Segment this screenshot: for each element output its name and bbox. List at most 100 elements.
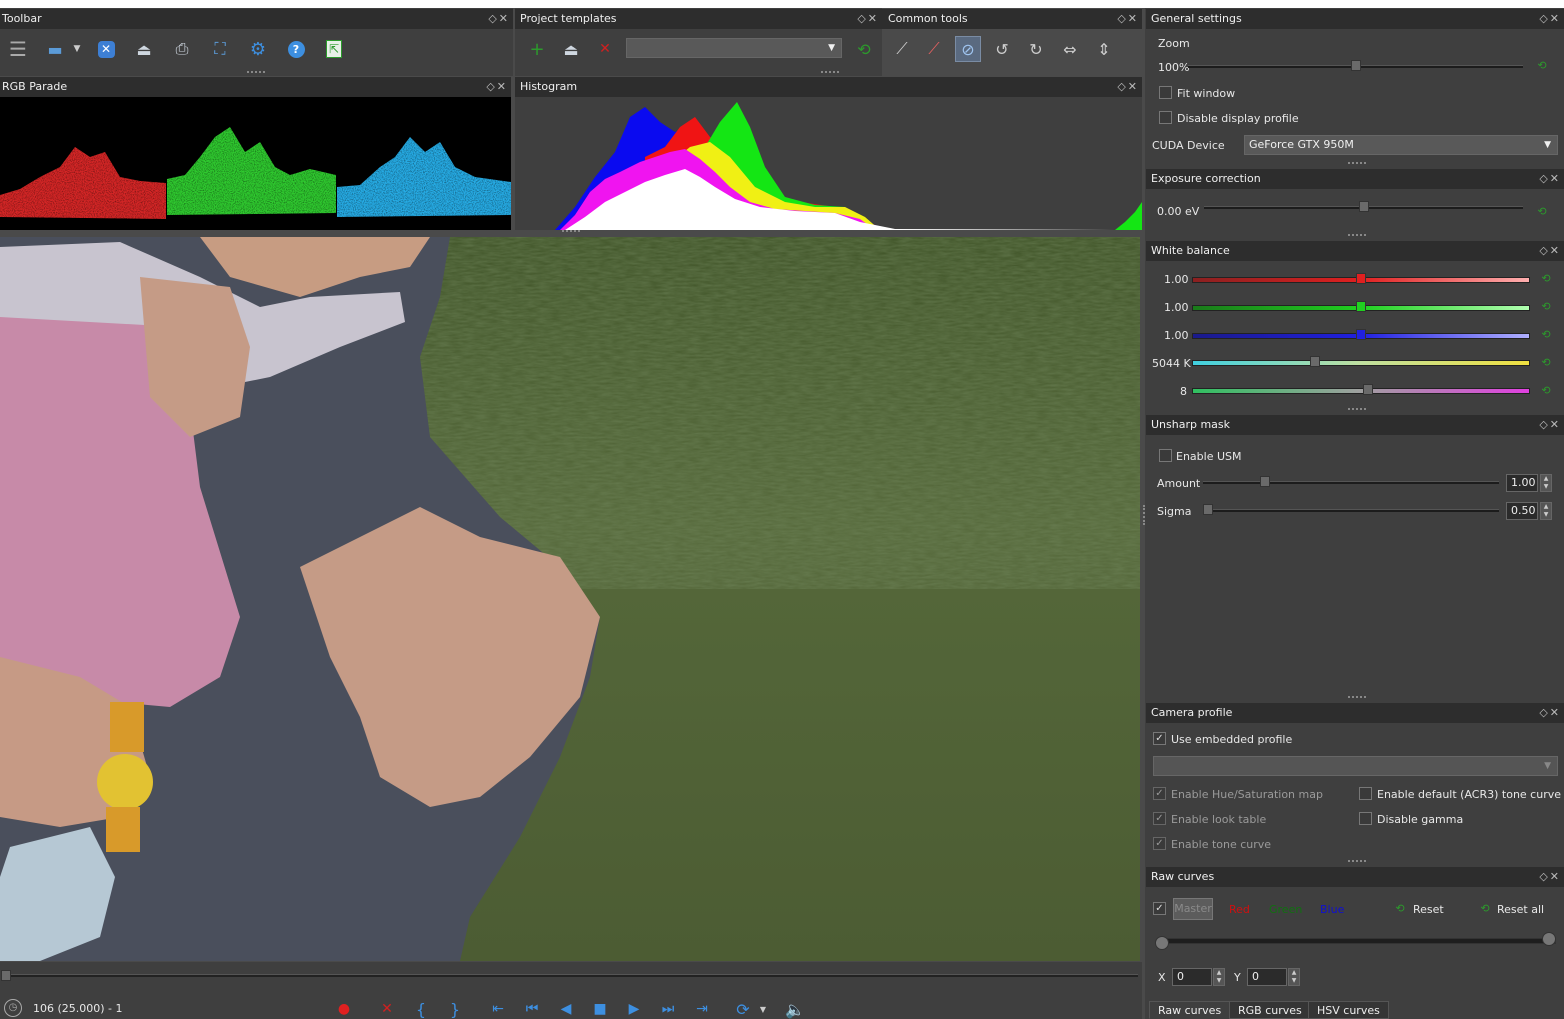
y-spinbox[interactable]: 0: [1247, 968, 1287, 986]
unsharp-resize-grip[interactable]: [1348, 696, 1366, 699]
exposure-resize-grip[interactable]: [1348, 234, 1366, 237]
clock-icon[interactable]: ◷: [4, 999, 22, 1017]
cuda-device-select[interactable]: GeForce GTX 950M ▼: [1244, 135, 1558, 155]
loop-dropdown-icon[interactable]: ▼: [752, 998, 774, 1019]
image-viewer[interactable]: [0, 237, 1140, 961]
flip-vertical-icon[interactable]: ⇕: [1093, 38, 1115, 60]
tab-hsv-curves[interactable]: HSV curves: [1308, 1001, 1389, 1019]
wb-temperature-reset-icon[interactable]: ⟲: [1540, 357, 1552, 369]
curve-point-end[interactable]: [1542, 932, 1556, 946]
tab-raw-curves[interactable]: Raw curves: [1149, 1001, 1231, 1019]
settings-gear-icon[interactable]: ⚙: [247, 38, 269, 60]
amount-slider-track[interactable]: [1203, 481, 1499, 484]
panel-float-close-icon[interactable]: ◇✕: [486, 77, 508, 97]
wb-tint-handle[interactable]: [1362, 384, 1373, 395]
panel-float-close-icon[interactable]: ◇✕: [1117, 77, 1139, 97]
panel-float-close-icon[interactable]: ◇✕: [488, 9, 510, 29]
reset-curve-icon[interactable]: ⟲: [1394, 903, 1406, 915]
green-channel-tab[interactable]: Green: [1269, 903, 1302, 916]
histogram-resize-grip[interactable]: [562, 230, 580, 233]
fit-window-checkbox[interactable]: [1159, 86, 1172, 99]
flip-horizontal-icon[interactable]: ⇔: [1059, 38, 1081, 60]
amount-spinbox[interactable]: 1.00: [1506, 474, 1538, 492]
master-channel-button[interactable]: Master: [1173, 898, 1213, 920]
open-dropdown-icon[interactable]: ▼: [66, 38, 88, 60]
stop-icon[interactable]: ■: [589, 998, 611, 1019]
reset-all-icon[interactable]: ⟲: [1479, 903, 1491, 915]
help-icon[interactable]: ?: [285, 38, 307, 60]
disable-gamma-checkbox[interactable]: [1359, 812, 1372, 825]
blue-channel-tab[interactable]: Blue: [1320, 903, 1344, 916]
amount-slider-handle[interactable]: [1260, 476, 1271, 487]
eyedropper-red-icon[interactable]: ⟋: [923, 38, 945, 60]
x-stepper[interactable]: ▲ ▼: [1213, 968, 1225, 986]
open-folder-icon[interactable]: ▬: [44, 38, 66, 60]
exposure-slider-handle[interactable]: [1358, 201, 1369, 212]
camera-profile-select[interactable]: ▼: [1153, 756, 1558, 776]
sigma-slider-track[interactable]: [1203, 509, 1499, 512]
menu-icon[interactable]: ☰: [7, 37, 29, 61]
enable-tone-curve-checkbox[interactable]: ✓: [1153, 837, 1166, 850]
y-stepper[interactable]: ▲ ▼: [1288, 968, 1300, 986]
template-select[interactable]: ▼: [626, 38, 842, 58]
panel-float-close-icon[interactable]: ◇✕: [1117, 9, 1139, 29]
wb-tint-reset-icon[interactable]: ⟲: [1540, 385, 1552, 397]
go-to-out-icon[interactable]: ⇥: [691, 998, 713, 1019]
wb-red-reset-icon[interactable]: ⟲: [1540, 273, 1552, 285]
save-icon[interactable]: ⏏: [133, 38, 155, 60]
general-resize-grip[interactable]: [1348, 162, 1366, 165]
wb-green-handle[interactable]: [1356, 301, 1366, 312]
step-back-icon[interactable]: ⏮: [521, 998, 543, 1019]
panel-float-close-icon[interactable]: ◇✕: [1539, 703, 1561, 723]
toolbar-resize-grip[interactable]: [247, 71, 265, 74]
close-project-icon[interactable]: ✕: [95, 38, 117, 60]
wb-red-handle[interactable]: [1356, 273, 1366, 284]
wb-resize-grip[interactable]: [1348, 408, 1366, 411]
step-forward-icon[interactable]: ⏭: [657, 998, 679, 1019]
rotate-right-icon[interactable]: ↻: [1025, 38, 1047, 60]
clear-marks-icon[interactable]: ✕: [376, 998, 398, 1019]
mark-in-icon[interactable]: {: [410, 998, 432, 1019]
timeline-handle[interactable]: [1, 970, 11, 981]
zoom-reset-icon[interactable]: ⟲: [1536, 60, 1548, 72]
exposure-reset-icon[interactable]: ⟲: [1536, 206, 1548, 218]
wb-blue-handle[interactable]: [1356, 329, 1366, 340]
reset-all-button[interactable]: Reset all: [1497, 903, 1544, 916]
save-as-icon[interactable]: ⎙: [171, 38, 193, 60]
fullscreen-icon[interactable]: ⛶: [209, 38, 231, 60]
mark-out-icon[interactable]: }: [444, 998, 466, 1019]
rotate-left-icon[interactable]: ↺: [991, 38, 1013, 60]
amount-stepper[interactable]: ▲ ▼: [1540, 474, 1552, 492]
loop-icon[interactable]: ⟳: [732, 998, 754, 1019]
enable-usm-checkbox[interactable]: [1159, 449, 1172, 462]
add-template-icon[interactable]: +: [526, 38, 548, 60]
delete-template-icon[interactable]: ✕: [594, 38, 616, 60]
curve-editor[interactable]: [1158, 938, 1556, 944]
panel-float-close-icon[interactable]: ◇✕: [1539, 867, 1561, 887]
eyedropper-icon[interactable]: ⟋: [891, 38, 913, 60]
raw-curves-enable-checkbox[interactable]: ✓: [1153, 902, 1166, 915]
reset-tools-icon[interactable]: ⟲: [853, 38, 875, 60]
panel-float-close-icon[interactable]: ◇✕: [1539, 415, 1561, 435]
compare-toggle-icon[interactable]: ⊘: [955, 36, 981, 62]
x-spinbox[interactable]: 0: [1172, 968, 1212, 986]
play-backward-icon[interactable]: ◀: [555, 998, 577, 1019]
wb-temperature-handle[interactable]: [1310, 356, 1321, 367]
templates-resize-grip[interactable]: [821, 71, 839, 74]
mute-speaker-icon[interactable]: 🔈: [784, 998, 806, 1019]
panel-float-close-icon[interactable]: ◇✕: [1539, 241, 1561, 261]
enable-look-table-checkbox[interactable]: ✓: [1153, 812, 1166, 825]
use-embedded-profile-checkbox[interactable]: ✓: [1153, 732, 1166, 745]
go-to-in-icon[interactable]: ⇤: [487, 998, 509, 1019]
enable-default-tone-checkbox[interactable]: [1359, 787, 1372, 800]
camera-profile-resize-grip[interactable]: [1348, 860, 1366, 863]
reset-curve-button[interactable]: Reset: [1413, 903, 1444, 916]
enable-hue-sat-checkbox[interactable]: ✓: [1153, 787, 1166, 800]
red-channel-tab[interactable]: Red: [1229, 903, 1250, 916]
panel-float-close-icon[interactable]: ◇✕: [857, 9, 879, 29]
curve-point-start[interactable]: [1155, 936, 1169, 950]
wb-green-reset-icon[interactable]: ⟲: [1540, 301, 1552, 313]
sigma-spinbox[interactable]: 0.50: [1506, 502, 1538, 520]
wb-blue-reset-icon[interactable]: ⟲: [1540, 329, 1552, 341]
save-template-icon[interactable]: ⏏: [560, 38, 582, 60]
